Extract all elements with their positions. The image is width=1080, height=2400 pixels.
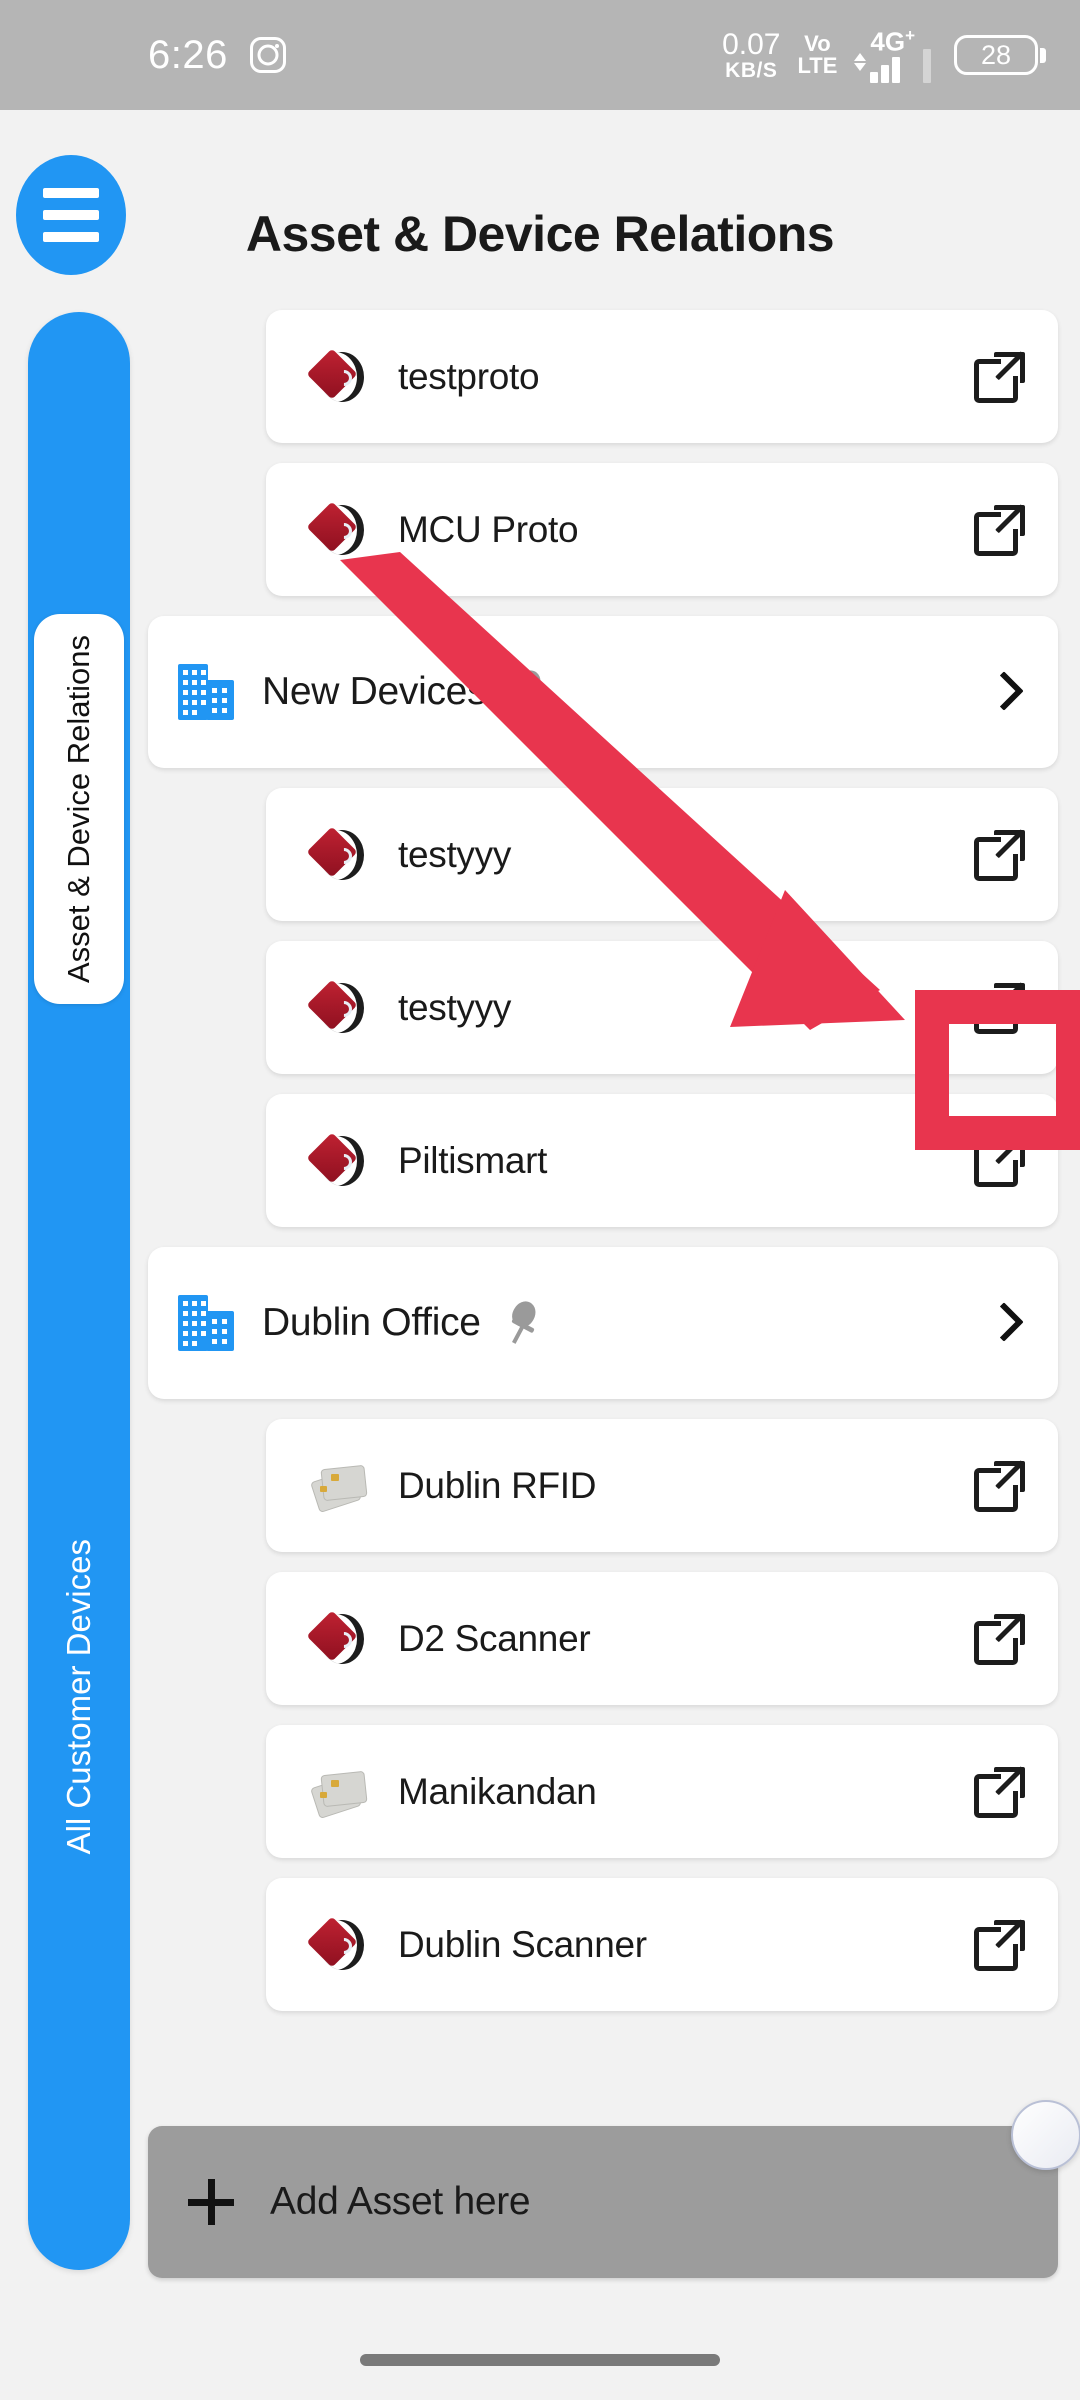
scanner-device-icon [306,1914,368,1976]
sidebar-tab-asset-device-relations[interactable]: Asset & Device Relations [34,614,124,1004]
status-bar: 6:26 0.07 KB/S Vo LTE 4G+ 28 [0,0,1080,110]
sidebar-tab-label: All Customer Devices [60,1539,97,1855]
group-label: New Devices [262,670,487,713]
vertical-sidebar: Asset & Device Relations All Customer De… [28,312,130,2270]
asset-row[interactable]: testyyy [266,941,1058,1074]
battery-level-label: 28 [980,39,1012,70]
external-link-icon[interactable] [974,1918,1026,1971]
rfid-card-icon [310,1761,368,1823]
scanner-device-icon [306,346,368,408]
instagram-icon [249,37,286,73]
signal-bars-icon [870,57,901,84]
asset-label: Manikandan [398,1770,597,1812]
status-bar-clock: 6:26 [148,32,228,77]
asset-row[interactable]: Piltismart [266,1094,1058,1227]
plus-icon [188,2179,234,2225]
asset-label: MCU Proto [398,508,579,550]
external-link-icon[interactable] [974,350,1026,403]
page-title: Asset & Device Relations [245,206,835,262]
volte-top-label: Vo [804,31,831,56]
hamburger-line [43,188,99,198]
network-speed-indicator: 0.07 KB/S [722,27,781,82]
rfid-card-icon [310,1455,368,1517]
signal-bar-inactive [923,49,931,84]
volte-bottom-label: LTE [797,53,838,78]
network-speed-value: 0.07 [722,27,781,61]
asset-label: testyyy [398,986,512,1028]
asset-row[interactable]: Dublin Scanner [266,1878,1058,2011]
chevron-right-icon[interactable] [988,669,1014,715]
add-asset-label: Add Asset here [270,2180,531,2223]
asset-label: D2 Scanner [398,1617,591,1659]
scanner-device-icon [306,1608,368,1670]
asset-row[interactable]: testyyy [266,788,1058,921]
asset-label: Dublin RFID [398,1464,597,1506]
external-link-icon[interactable] [974,1765,1026,1818]
building-icon [178,1295,234,1351]
sidebar-tab-all-customer-devices[interactable]: All Customer Devices [34,1472,124,1922]
external-link-icon[interactable] [974,828,1026,881]
scanner-device-icon [306,824,368,886]
pin-icon[interactable] [503,1297,545,1345]
network-speed-unit: KB/S [725,58,778,82]
battery-indicator: 28 [954,35,1046,75]
group-row[interactable]: Dublin Office [148,1247,1058,1399]
volte-indicator: Vo LTE [797,33,837,77]
home-gesture-indicator[interactable] [360,2354,720,2366]
pin-icon[interactable] [508,666,550,714]
asset-label: Piltismart [398,1139,548,1181]
external-link-icon[interactable] [974,1134,1026,1187]
asset-row[interactable]: Manikandan [266,1725,1058,1858]
network-type-group: 4G+ [870,27,915,84]
external-link-icon[interactable] [974,981,1026,1034]
external-link-icon[interactable] [974,1459,1026,1512]
asset-label: testyyy [398,833,512,875]
external-link-icon[interactable] [974,1612,1026,1665]
floating-assistant-button[interactable] [1011,2100,1080,2170]
scanner-device-icon [306,1130,368,1192]
asset-label: Dublin Scanner [398,1923,647,1965]
asset-row[interactable]: Dublin RFID [266,1419,1058,1552]
signal-indicator: 4G+ [854,27,931,84]
chevron-right-icon[interactable] [988,1300,1014,1346]
scanner-device-icon [306,499,368,561]
asset-row[interactable]: testproto [266,310,1058,443]
add-asset-button[interactable]: Add Asset here [148,2126,1058,2278]
network-type-label: 4G [870,26,906,57]
group-label: Dublin Office [262,1301,481,1344]
building-icon [178,664,234,720]
network-type-plus: + [905,25,915,45]
group-row[interactable]: New Devices [148,616,1058,768]
scanner-device-icon [306,977,368,1039]
sidebar-tab-label: Asset & Device Relations [61,634,96,984]
asset-row[interactable]: MCU Proto [266,463,1058,596]
status-bar-left: 6:26 [148,33,286,78]
asset-row[interactable]: D2 Scanner [266,1572,1058,1705]
external-link-icon[interactable] [974,503,1026,556]
asset-label: testproto [398,355,540,397]
asset-device-list: testproto MCU Proto New Devices testyyy test… [148,310,1058,2031]
data-transfer-arrows-icon [854,53,867,72]
status-bar-right: 0.07 KB/S Vo LTE 4G+ 28 [722,27,1046,84]
